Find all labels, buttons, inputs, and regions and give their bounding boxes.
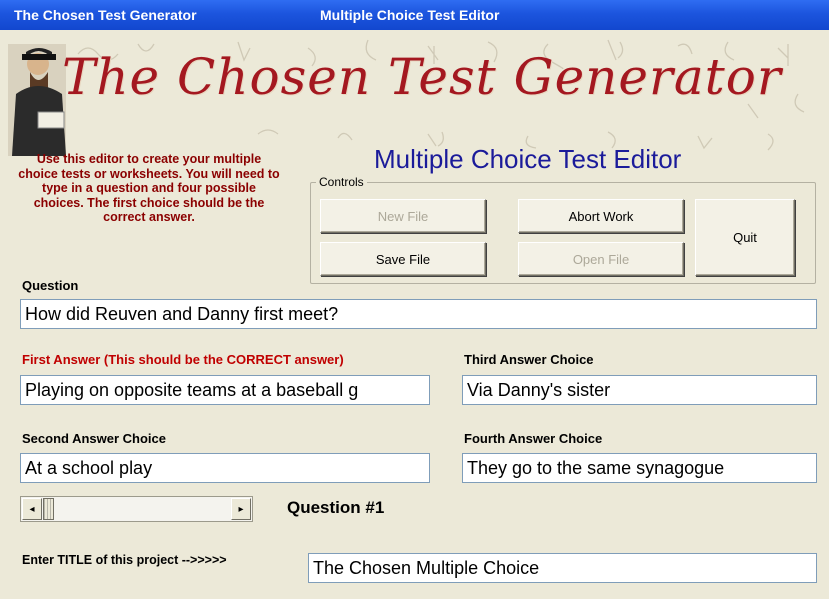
new-file-button[interactable]: New File	[320, 199, 486, 233]
first-answer-input[interactable]: Playing on opposite teams at a baseball …	[20, 375, 430, 405]
save-file-button[interactable]: Save File	[320, 242, 486, 276]
scroll-right-arrow-icon[interactable]: ▸	[231, 498, 251, 520]
reading-man-illustration	[8, 44, 66, 156]
scroll-left-arrow-icon[interactable]: ◂	[22, 498, 42, 520]
open-file-button[interactable]: Open File	[518, 242, 684, 276]
app-title: The Chosen Test Generator	[14, 7, 197, 23]
third-answer-label: Third Answer Choice	[464, 352, 594, 367]
fourth-answer-input[interactable]: They go to the same synagogue	[462, 453, 817, 483]
third-answer-input[interactable]: Via Danny's sister	[462, 375, 817, 405]
project-title-input[interactable]: The Chosen Multiple Choice	[308, 553, 817, 583]
question-scrollbar[interactable]: ◂ ▸	[20, 496, 253, 522]
abort-work-button[interactable]: Abort Work	[518, 199, 684, 233]
scrollbar-thumb[interactable]	[43, 498, 54, 520]
question-input[interactable]: How did Reuven and Danny first meet?	[20, 299, 817, 329]
quit-button[interactable]: Quit	[695, 199, 795, 276]
controls-group-label: Controls	[316, 175, 367, 189]
question-number: Question #1	[287, 498, 385, 517]
banner-title: The Chosen Test Generator	[62, 48, 782, 106]
banner: The Chosen Test Generator	[8, 34, 821, 156]
second-answer-label: Second Answer Choice	[22, 431, 166, 446]
editor-heading: Multiple Choice Test Editor	[374, 144, 682, 174]
window-title-bar: The Chosen Test Generator Multiple Choic…	[0, 0, 829, 30]
form-title: Multiple Choice Test Editor	[320, 7, 500, 23]
instructions-text: Use this editor to create your multiple …	[18, 152, 280, 224]
second-answer-input[interactable]: At a school play	[20, 453, 430, 483]
first-answer-label: First Answer (This should be the CORRECT…	[22, 352, 344, 367]
fourth-answer-label: Fourth Answer Choice	[464, 431, 603, 446]
project-title-label: Enter TITLE of this project -->>>>>	[22, 553, 227, 567]
question-label: Question	[22, 278, 79, 293]
